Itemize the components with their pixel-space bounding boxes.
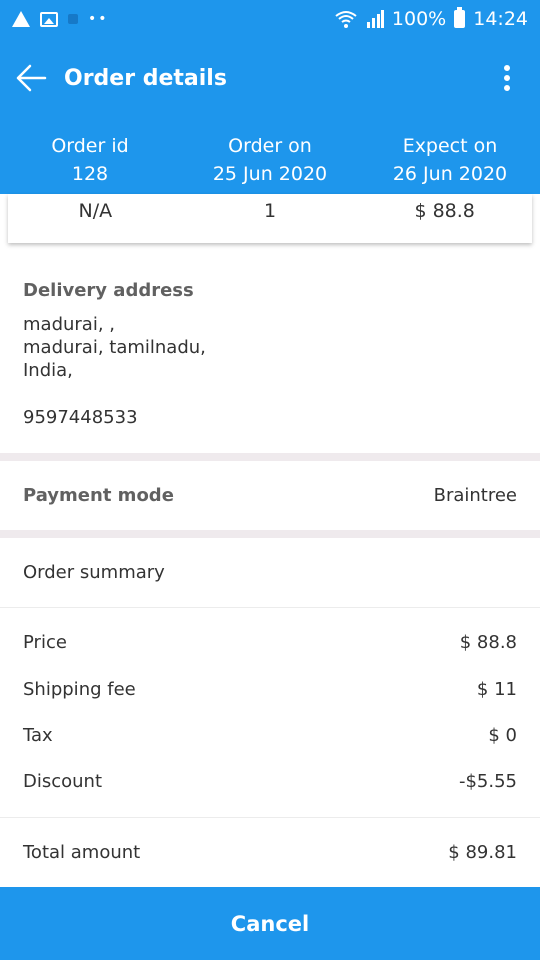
- delivery-address-lines: madurai, , madurai, tamilnadu, India,: [23, 313, 206, 382]
- order-id-value: 128: [71, 163, 109, 185]
- order-summary-header: Order summary: [23, 559, 517, 585]
- battery-percent: 100%: [391, 8, 447, 30]
- price-row: Price $ 88.8: [23, 629, 517, 655]
- tax-value: $ 0: [488, 724, 517, 746]
- more-dot: [504, 85, 510, 91]
- cancel-button[interactable]: Cancel: [0, 887, 540, 960]
- image-icon: [40, 11, 58, 27]
- order-summary-title: Order summary: [23, 561, 165, 583]
- more-vert-icon: [504, 65, 510, 71]
- price-label: Price: [23, 631, 67, 653]
- payment-mode-label: Payment mode: [23, 484, 174, 506]
- order-on-label: Order on: [228, 135, 312, 157]
- expect-on-label: Expect on: [402, 135, 498, 157]
- expect-on-value: 26 Jun 2020: [392, 163, 508, 185]
- battery-icon: [454, 7, 466, 28]
- status-left: ••: [12, 11, 109, 27]
- clock: 14:24: [473, 8, 528, 30]
- value-col-2: 1: [263, 200, 277, 222]
- tax-row: Tax $ 0: [23, 722, 517, 748]
- status-right: 100% 14:24: [334, 7, 528, 30]
- address-line-3: India,: [23, 360, 73, 381]
- discount-label: Discount: [23, 770, 103, 792]
- expect-on-column: Expect on 26 Jun 2020: [360, 118, 540, 194]
- section-divider: [0, 453, 540, 461]
- delivery-address-section: Delivery address madurai, , madurai, tam…: [23, 280, 206, 382]
- value-col-1: N/A: [78, 200, 113, 222]
- more-options-button[interactable]: [474, 38, 540, 118]
- price-value: $ 88.8: [459, 631, 517, 653]
- value-col-3: $ 88.8: [414, 200, 475, 222]
- page-title: Order details: [64, 65, 227, 91]
- payment-mode-value: Braintree: [433, 484, 517, 506]
- discount-value: -$5.55: [458, 770, 517, 792]
- total-label: Total amount: [23, 841, 141, 863]
- signal-icon: [366, 10, 384, 28]
- shipping-value: $ 11: [476, 678, 517, 700]
- delivery-phone: 9597448533: [23, 407, 138, 428]
- total-value: $ 89.81: [448, 841, 517, 863]
- discount-row: Discount -$5.55: [23, 768, 517, 794]
- app-bar: Order details: [0, 38, 540, 118]
- total-row: Total amount $ 89.81: [23, 839, 517, 865]
- app-icon: [68, 14, 78, 24]
- order-info: Order id 128 Order on 25 Jun 2020 Expect…: [0, 118, 540, 194]
- order-on-column: Order on 25 Jun 2020: [180, 118, 360, 194]
- divider-line: [0, 817, 540, 818]
- tax-label: Tax: [23, 724, 53, 746]
- payment-mode-row: Payment mode Braintree: [23, 482, 517, 508]
- section-divider: [0, 530, 540, 538]
- status-bar: •• 100% 14:24: [0, 0, 540, 38]
- more-dot: [504, 75, 510, 81]
- back-button[interactable]: [0, 38, 62, 118]
- address-line-2: madurai, tamilnadu,: [23, 337, 206, 358]
- dots-icon: ••: [88, 11, 109, 27]
- order-id-label: Order id: [51, 135, 129, 157]
- wifi-icon: [335, 11, 357, 28]
- order-on-value: 25 Jun 2020: [212, 163, 328, 185]
- arrow-back-icon: [16, 64, 47, 92]
- delivery-address-label: Delivery address: [23, 280, 194, 301]
- order-id-column: Order id 128: [0, 118, 180, 194]
- shipping-label: Shipping fee: [23, 678, 136, 700]
- order-values-card: N/A 1 $ 88.8: [8, 194, 532, 243]
- warning-icon: [12, 11, 30, 27]
- address-line-1: madurai, ,: [23, 314, 115, 335]
- shipping-row: Shipping fee $ 11: [23, 676, 517, 702]
- divider-line: [0, 607, 540, 608]
